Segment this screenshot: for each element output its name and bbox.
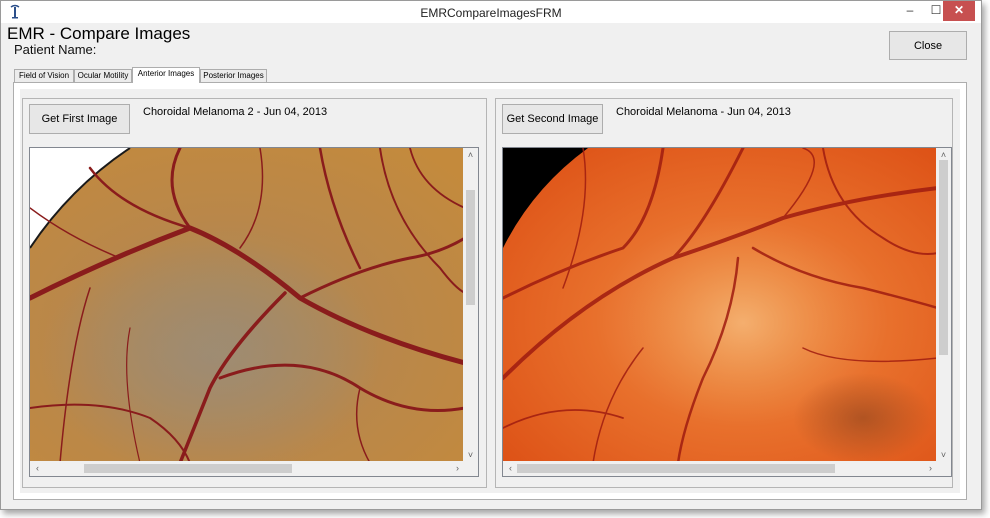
get-second-image-button[interactable]: Get Second Image <box>502 104 603 134</box>
scroll-up-icon[interactable]: ˄ <box>463 148 478 163</box>
scroll-thumb[interactable] <box>466 190 475 305</box>
second-horizontal-scrollbar[interactable]: ‹ › <box>503 461 938 476</box>
scroll-thumb[interactable] <box>939 160 948 355</box>
tab-posterior-images[interactable]: Posterior Images <box>200 69 267 83</box>
first-image-caption: Choroidal Melanoma 2 - Jun 04, 2013 <box>143 106 328 118</box>
get-first-image-button[interactable]: Get First Image <box>29 104 130 134</box>
window-title: EMRCompareImagesFRM <box>420 6 562 20</box>
minimize-icon[interactable]: – <box>897 1 923 21</box>
scroll-thumb[interactable] <box>84 464 292 473</box>
second-image-panel: Get Second Image Choroidal Melanoma - Ju… <box>495 98 953 488</box>
first-vertical-scrollbar[interactable]: ˄ ˅ <box>463 148 478 463</box>
fundus-photo-icon <box>30 148 465 463</box>
scroll-corner <box>936 461 951 476</box>
first-image-panel: Get First Image Choroidal Melanoma 2 - J… <box>22 98 487 488</box>
second-image-caption: Choroidal Melanoma - Jun 04, 2013 <box>616 106 791 118</box>
scroll-corner <box>463 461 478 476</box>
app-window: EMRCompareImagesFRM – ☐ ✕ EMR - Compare … <box>0 0 982 510</box>
patient-name-label: Patient Name: <box>14 42 97 57</box>
tab-field-of-vision[interactable]: Field of Vision <box>14 69 74 83</box>
second-image-viewer: ˄ ˅ ‹ › <box>502 147 952 477</box>
scroll-left-icon[interactable]: ‹ <box>503 461 518 476</box>
second-fundus-image <box>503 148 938 463</box>
page-title: EMR - Compare Images <box>7 24 191 43</box>
close-button[interactable]: Close <box>889 31 967 60</box>
first-horizontal-scrollbar[interactable]: ‹ › <box>30 461 465 476</box>
first-fundus-image <box>30 148 465 463</box>
tab-panel: Get First Image Choroidal Melanoma 2 - J… <box>13 82 967 500</box>
compare-area: Get First Image Choroidal Melanoma 2 - J… <box>20 89 960 493</box>
tab-anterior-images[interactable]: Anterior Images <box>132 67 200 83</box>
fundus-photo-icon <box>503 148 938 463</box>
close-window-icon[interactable]: ✕ <box>943 1 975 21</box>
first-image-viewer: ˄ ˅ ‹ › <box>29 147 479 477</box>
title-bar: EMRCompareImagesFRM – ☐ ✕ <box>1 1 981 23</box>
second-vertical-scrollbar[interactable]: ˄ ˅ <box>936 148 951 463</box>
scroll-left-icon[interactable]: ‹ <box>30 461 45 476</box>
tab-ocular-motility[interactable]: Ocular Motility <box>74 69 132 83</box>
scroll-thumb[interactable] <box>517 464 835 473</box>
